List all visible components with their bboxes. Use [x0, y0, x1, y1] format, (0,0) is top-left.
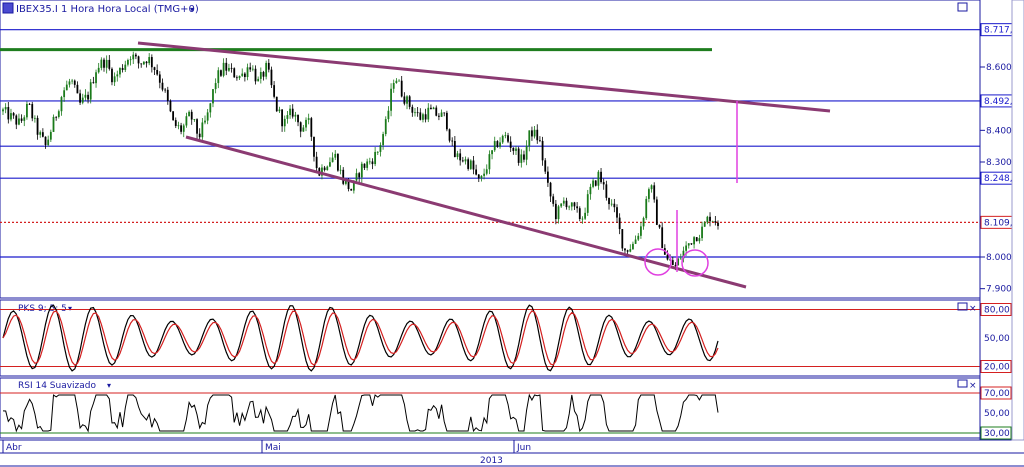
month-label-mai: Mai — [265, 443, 281, 453]
scroll-strip[interactable] — [1011, 0, 1024, 441]
candle — [496, 140, 499, 148]
rsi-close-icon[interactable]: × — [969, 381, 977, 391]
rsi-title: RSI 14 Suavizado — [18, 381, 97, 391]
candle — [594, 180, 597, 187]
rsi-dropdown-icon[interactable]: ▾ — [107, 381, 111, 390]
candle — [467, 157, 470, 171]
rsi-tick-2: 30,00 — [984, 429, 1010, 439]
candle — [384, 116, 387, 137]
year-label: 2013 — [480, 456, 503, 466]
candle — [169, 99, 172, 113]
candle — [695, 237, 698, 242]
candle — [469, 159, 472, 170]
chart-title: IBEX35.I 1 Hora Hora Local (TMG+0) — [16, 4, 199, 15]
candle — [578, 206, 581, 222]
stochastic-dropdown-icon[interactable]: ▾ — [68, 304, 72, 313]
candle — [337, 153, 339, 172]
candle — [445, 110, 448, 132]
stoch-tick-2: 20,00 — [984, 363, 1010, 373]
month-label-abr: Abr — [6, 443, 22, 453]
background — [0, 0, 1024, 467]
rsi-tick-1: 50,00 — [984, 409, 1010, 419]
rsi-tick-0: 70,00 — [984, 389, 1010, 399]
candle — [172, 111, 175, 121]
candle — [448, 128, 451, 143]
candle — [270, 66, 273, 88]
symbol-icon[interactable] — [2, 2, 14, 14]
candle — [655, 196, 658, 226]
stochastic-close-icon[interactable]: × — [969, 304, 977, 314]
title-dropdown-icon[interactable]: ▾ — [190, 5, 194, 14]
stoch-tick-1: 50,00 — [984, 334, 1010, 344]
month-label-jun: Jun — [516, 443, 531, 453]
stoch-tick-0: 80,00 — [984, 306, 1010, 316]
candle — [52, 114, 55, 133]
candle — [233, 67, 236, 78]
candle — [26, 101, 28, 120]
stochastic-axis: 80,00 50,00 20,00 — [980, 303, 1012, 373]
candle — [645, 196, 648, 220]
candle — [517, 146, 520, 166]
candle — [31, 101, 34, 122]
rsi-axis: 70,00 50,00 30,00 — [980, 386, 1012, 440]
candle — [621, 229, 624, 252]
candle — [265, 60, 268, 80]
chart-canvas: IBEX35.I 1 Hora Hora Local (TMG+0) ▾ 8.7… — [0, 0, 1024, 467]
chart-header: IBEX35.I 1 Hora Hora Local (TMG+0) ▾ — [2, 2, 199, 15]
candle — [275, 96, 278, 113]
